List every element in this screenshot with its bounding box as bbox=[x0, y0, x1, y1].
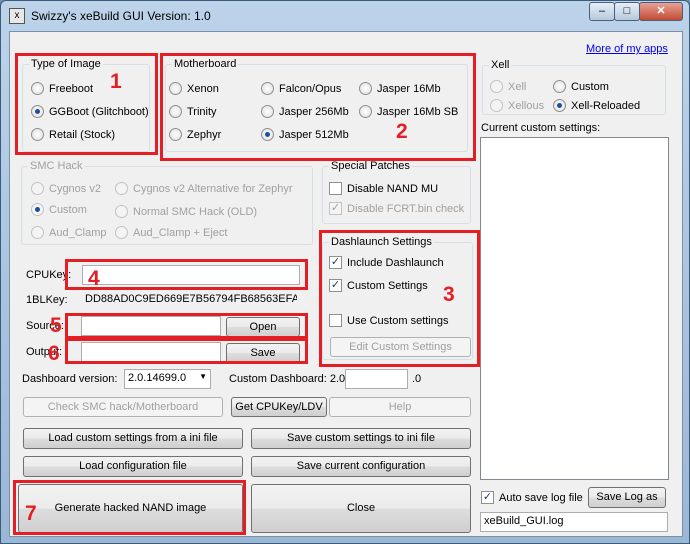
annotation-box-5 bbox=[65, 313, 308, 339]
close-window-button[interactable]: ✕ bbox=[639, 2, 683, 21]
annotation-number-7: 7 bbox=[25, 502, 37, 525]
annotation-number-3: 3 bbox=[443, 283, 455, 306]
save-custom-ini-button[interactable]: Save custom settings to ini file bbox=[251, 428, 471, 449]
checkbox-label: Disable FCRT.bin check bbox=[347, 202, 465, 215]
radio-label: Custom bbox=[571, 80, 609, 93]
radio-label: Custom bbox=[49, 203, 87, 216]
1blkey-value: DD88AD0C9ED669E7B56794FB68563EFA bbox=[81, 290, 298, 310]
radio-label: Aud_Clamp bbox=[49, 226, 107, 239]
annotation-box-4 bbox=[65, 259, 308, 290]
close-button[interactable]: Close bbox=[251, 484, 471, 533]
radio-label: Xell-Reloaded bbox=[571, 99, 641, 112]
checkbox-label: Auto save log file bbox=[499, 491, 583, 504]
radio-cygnos-v2-zephyr[interactable]: Cygnos v2 Alternative for Zephyr bbox=[115, 182, 293, 195]
checkbox-disable-nand-mu[interactable]: Disable NAND MU bbox=[329, 182, 438, 195]
annotation-box-6 bbox=[65, 338, 308, 364]
annotation-number-1: 1 bbox=[110, 70, 122, 93]
save-config-button[interactable]: Save current configuration bbox=[251, 456, 471, 477]
radio-aud-clamp-eject[interactable]: Aud_Clamp + Eject bbox=[115, 226, 227, 239]
window-title: Swizzy's xeBuild GUI Version: 1.0 bbox=[31, 9, 211, 23]
radio-icon bbox=[115, 226, 128, 239]
help-button[interactable]: Help bbox=[329, 397, 471, 417]
custom-dashboard-suffix: .0 bbox=[412, 373, 422, 385]
custom-settings-list[interactable] bbox=[480, 137, 669, 480]
app-icon: x bbox=[9, 8, 25, 24]
radio-normal-smc[interactable]: Normal SMC Hack (OLD) bbox=[115, 205, 257, 218]
checkbox-auto-save-log[interactable]: ✓ Auto save log file bbox=[481, 491, 583, 504]
load-config-button[interactable]: Load configuration file bbox=[23, 456, 243, 477]
custom-dashboard-input[interactable] bbox=[345, 369, 408, 389]
annotation-number-6: 6 bbox=[48, 342, 60, 365]
radio-label: Normal SMC Hack (OLD) bbox=[133, 205, 258, 218]
radio-icon bbox=[115, 182, 128, 195]
annotation-box-2 bbox=[160, 53, 476, 161]
more-apps-link[interactable]: More of my apps bbox=[586, 43, 668, 55]
radio-label: Aud_Clamp + Eject bbox=[133, 226, 228, 239]
checkbox-icon bbox=[329, 182, 342, 195]
radio-xell-custom[interactable]: Custom bbox=[553, 80, 609, 93]
save-log-as-button[interactable]: Save Log as bbox=[588, 487, 666, 508]
checkbox-checked-icon: ✓ bbox=[329, 202, 342, 215]
radio-xell[interactable]: Xell bbox=[490, 80, 526, 93]
special-patches-legend: Special Patches bbox=[329, 160, 412, 172]
annotation-box-3 bbox=[319, 230, 480, 367]
dashboard-version-value: 2.0.14699.0 bbox=[128, 372, 187, 384]
xell-legend: Xell bbox=[489, 59, 512, 71]
special-patches-group: Special Patches bbox=[322, 160, 471, 224]
checkbox-disable-fcrt[interactable]: ✓ Disable FCRT.bin check bbox=[329, 202, 464, 215]
radio-xell-reloaded[interactable]: Xell-Reloaded bbox=[553, 99, 640, 112]
current-custom-settings-label: Current custom settings: bbox=[481, 122, 601, 134]
check-smc-button[interactable]: Check SMC hack/Motherboard bbox=[23, 397, 223, 417]
radio-icon bbox=[31, 182, 44, 195]
radio-label: Xellous bbox=[508, 99, 545, 112]
radio-xellous[interactable]: Xellous bbox=[490, 99, 544, 112]
custom-dashboard-label: Custom Dashboard: 2.0. bbox=[229, 373, 349, 385]
title-bar[interactable]: x Swizzy's xeBuild GUI Version: 1.0 – □ … bbox=[1, 1, 689, 31]
radio-aud-clamp[interactable]: Aud_Clamp bbox=[31, 226, 106, 239]
radio-selected-icon bbox=[31, 203, 44, 216]
annotation-number-4: 4 bbox=[88, 267, 100, 290]
main-panel: More of my apps Type of Image Freeboot G… bbox=[9, 31, 683, 537]
1blkey-label: 1BLKey: bbox=[26, 294, 68, 306]
annotation-box-7 bbox=[13, 480, 246, 535]
log-filename-input[interactable]: xeBuild_GUI.log bbox=[480, 512, 668, 532]
load-custom-ini-button[interactable]: Load custom settings from a ini file bbox=[23, 428, 243, 449]
radio-icon bbox=[115, 205, 128, 218]
chevron-down-icon: ▼ bbox=[199, 372, 207, 381]
radio-smc-custom[interactable]: Custom bbox=[31, 203, 87, 216]
checkbox-label: Disable NAND MU bbox=[347, 182, 439, 195]
get-cpukey-button[interactable]: Get CPUKey/LDV bbox=[231, 397, 327, 417]
radio-label: Cygnos v2 bbox=[49, 182, 101, 195]
annotation-number-2: 2 bbox=[396, 120, 408, 143]
radio-label: Xell bbox=[508, 80, 527, 93]
maximize-button[interactable]: □ bbox=[614, 2, 640, 21]
radio-icon bbox=[553, 80, 566, 93]
minimize-button[interactable]: – bbox=[589, 2, 615, 21]
radio-icon bbox=[490, 99, 503, 112]
dashboard-version-label: Dashboard version: bbox=[22, 373, 118, 385]
smc-hack-legend: SMC Hack bbox=[28, 160, 85, 172]
radio-icon bbox=[31, 226, 44, 239]
checkbox-checked-icon: ✓ bbox=[481, 491, 494, 504]
dashboard-version-select[interactable]: 2.0.14699.0 ▼ bbox=[124, 369, 211, 389]
app-window: x Swizzy's xeBuild GUI Version: 1.0 – □ … bbox=[0, 0, 690, 544]
radio-cygnos-v2[interactable]: Cygnos v2 bbox=[31, 182, 101, 195]
annotation-box-1 bbox=[15, 53, 158, 155]
radio-selected-icon bbox=[553, 99, 566, 112]
radio-icon bbox=[490, 80, 503, 93]
radio-label: Cygnos v2 Alternative for Zephyr bbox=[133, 182, 293, 195]
annotation-number-5: 5 bbox=[50, 314, 62, 337]
